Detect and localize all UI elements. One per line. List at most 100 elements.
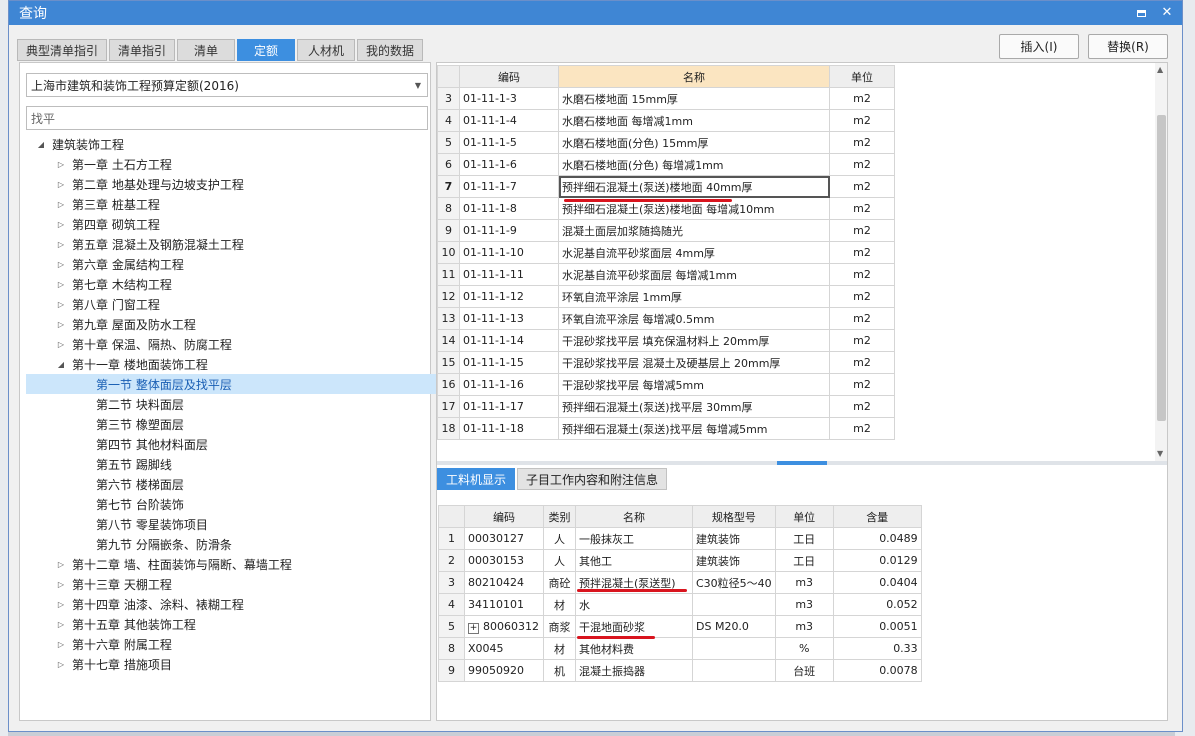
- quota-name[interactable]: 环氧自流平涂层 1mm厚: [558, 285, 830, 308]
- quota-unit[interactable]: m2: [829, 175, 895, 198]
- collapsed-icon[interactable]: ▷: [56, 219, 66, 229]
- tree-chapter[interactable]: ▷ 第四章 砌筑工程: [20, 214, 430, 234]
- quota-name[interactable]: 水磨石楼地面 每增减1mm: [558, 109, 830, 132]
- res-type[interactable]: 人: [543, 549, 576, 572]
- tab-5[interactable]: 我的数据: [357, 39, 424, 61]
- quota-row[interactable]: 11 01-11-1-11 水泥基自流平砂浆面层 每增减1mm m2: [437, 263, 895, 286]
- quota-code[interactable]: 01-11-1-15: [459, 351, 559, 374]
- collapsed-icon[interactable]: ▷: [56, 279, 66, 289]
- expanded-icon[interactable]: ◢: [56, 359, 66, 369]
- res-code[interactable]: 00030153: [464, 549, 544, 572]
- collapsed-icon[interactable]: ▷: [56, 199, 66, 209]
- res-unit[interactable]: m3: [774, 593, 834, 616]
- res-qty[interactable]: 0.052: [832, 593, 922, 616]
- res-name[interactable]: 一般抹灰工: [575, 527, 693, 550]
- quota-name[interactable]: 干混砂浆找平层 混凝土及硬基层上 20mm厚: [558, 351, 830, 374]
- tree-chapter[interactable]: ◢ 第十一章 楼地面装饰工程: [20, 354, 430, 374]
- tree-chapter[interactable]: ▷ 第八章 门窗工程: [20, 294, 430, 314]
- quota-row[interactable]: 15 01-11-1-15 干混砂浆找平层 混凝土及硬基层上 20mm厚 m2: [437, 351, 895, 374]
- tree-chapter[interactable]: ▷ 第六章 金属结构工程: [20, 254, 430, 274]
- collapsed-icon[interactable]: ▷: [56, 579, 66, 589]
- quota-row[interactable]: 10 01-11-1-10 水泥基自流平砂浆面层 4mm厚 m2: [437, 241, 895, 264]
- quota-name[interactable]: 环氧自流平涂层 每增减0.5mm: [558, 307, 830, 330]
- quota-unit[interactable]: m2: [829, 241, 895, 264]
- quota-name[interactable]: 预拌细石混凝土(泵送)楼地面 40mm厚: [558, 175, 830, 198]
- insert-button[interactable]: 插入(I): [999, 34, 1079, 59]
- tree-chapter[interactable]: ▷ 第十四章 油漆、涂料、裱糊工程: [20, 594, 430, 614]
- quota-code[interactable]: 01-11-1-7: [459, 175, 559, 198]
- quota-unit[interactable]: m2: [829, 351, 895, 374]
- quota-unit[interactable]: m2: [829, 197, 895, 220]
- res-qty[interactable]: 0.0404: [832, 571, 922, 594]
- expanded-icon[interactable]: ◢: [36, 139, 46, 149]
- tree-root[interactable]: ◢ 建筑装饰工程: [20, 134, 430, 154]
- tree-section[interactable]: 第二节 块料面层: [20, 394, 430, 414]
- res-qty[interactable]: 0.33: [832, 637, 922, 660]
- tree-section[interactable]: 第三节 橡塑面层: [20, 414, 430, 434]
- collapsed-icon[interactable]: ▷: [56, 259, 66, 269]
- quota-name[interactable]: 预拌细石混凝土(泵送)找平层 30mm厚: [558, 395, 830, 418]
- collapsed-icon[interactable]: ▷: [56, 639, 66, 649]
- collapsed-icon[interactable]: ▷: [56, 599, 66, 609]
- quota-unit[interactable]: m2: [829, 329, 895, 352]
- quota-row[interactable]: 17 01-11-1-17 预拌细石混凝土(泵送)找平层 30mm厚 m2: [437, 395, 895, 418]
- quota-code[interactable]: 01-11-1-3: [459, 87, 559, 110]
- quota-code[interactable]: 01-11-1-16: [459, 373, 559, 396]
- tree-chapter[interactable]: ▷ 第十七章 措施项目: [20, 654, 430, 674]
- tab-1[interactable]: 清单指引: [109, 39, 176, 61]
- res-code[interactable]: 99050920: [464, 659, 544, 682]
- res-spec[interactable]: 建筑装饰: [692, 549, 776, 572]
- splitter-grip[interactable]: [777, 461, 827, 465]
- quota-row[interactable]: 12 01-11-1-12 环氧自流平涂层 1mm厚 m2: [437, 285, 895, 308]
- tree-chapter[interactable]: ▷ 第九章 屋面及防水工程: [20, 314, 430, 334]
- res-qty-header[interactable]: 含量: [832, 505, 922, 528]
- scrollbar-thumb[interactable]: [1157, 115, 1166, 421]
- res-qty[interactable]: 0.0129: [832, 549, 922, 572]
- collapsed-icon[interactable]: ▷: [56, 159, 66, 169]
- expand-icon[interactable]: +: [468, 622, 479, 634]
- res-spec[interactable]: DS M20.0: [692, 615, 776, 638]
- scroll-up-icon[interactable]: ▲: [1157, 65, 1163, 74]
- tree-section[interactable]: 第六节 楼梯面层: [20, 474, 430, 494]
- quota-name[interactable]: 水泥基自流平砂浆面层 每增减1mm: [558, 263, 830, 286]
- res-type[interactable]: 材: [543, 637, 576, 660]
- collapsed-icon[interactable]: ▷: [56, 619, 66, 629]
- quota-row[interactable]: 7 01-11-1-7 预拌细石混凝土(泵送)楼地面 40mm厚 m2: [437, 175, 895, 198]
- code-header[interactable]: 编码: [459, 65, 559, 88]
- quota-name[interactable]: 水磨石楼地面 15mm厚: [558, 87, 830, 110]
- res-name[interactable]: 其他材料费: [575, 637, 693, 660]
- tree-chapter[interactable]: ▷ 第十二章 墙、柱面装饰与隔断、幕墙工程: [20, 554, 430, 574]
- panel-splitter[interactable]: [437, 461, 1167, 465]
- vertical-scrollbar[interactable]: ▲ ▼: [1155, 63, 1167, 461]
- res-spec-header[interactable]: 规格型号: [692, 505, 776, 528]
- quota-row[interactable]: 16 01-11-1-16 干混砂浆找平层 每增减5mm m2: [437, 373, 895, 396]
- res-unit[interactable]: 台班: [774, 659, 834, 682]
- res-unit[interactable]: %: [774, 637, 834, 660]
- resource-row[interactable]: 4 34110101 材水 m3 0.052: [438, 593, 922, 616]
- res-code[interactable]: +80060312: [464, 615, 544, 638]
- collapsed-icon[interactable]: ▷: [56, 319, 66, 329]
- tree-chapter[interactable]: ▷ 第二章 地基处理与边坡支护工程: [20, 174, 430, 194]
- quota-unit[interactable]: m2: [829, 373, 895, 396]
- res-spec[interactable]: C30粒径5～40: [692, 571, 776, 594]
- quota-code[interactable]: 01-11-1-9: [459, 219, 559, 242]
- resource-row[interactable]: 8 X0045 材其他材料费% 0.33: [438, 637, 922, 660]
- replace-button[interactable]: 替换(R): [1088, 34, 1168, 59]
- res-code[interactable]: 00030127: [464, 527, 544, 550]
- res-type[interactable]: 商砼: [543, 571, 576, 594]
- res-name[interactable]: 混凝土振捣器: [575, 659, 693, 682]
- tree-chapter[interactable]: ▷ 第十章 保温、隔热、防腐工程: [20, 334, 430, 354]
- quota-name[interactable]: 混凝土面层加浆随捣随光: [558, 219, 830, 242]
- tree-section[interactable]: 第八节 零星装饰项目: [20, 514, 430, 534]
- quota-code[interactable]: 01-11-1-17: [459, 395, 559, 418]
- quota-name[interactable]: 干混砂浆找平层 填充保温材料上 20mm厚: [558, 329, 830, 352]
- collapsed-icon[interactable]: ▷: [56, 179, 66, 189]
- tab-resources[interactable]: 工料机显示: [437, 468, 516, 490]
- maximize-button[interactable]: [1134, 6, 1148, 20]
- quota-name[interactable]: 水磨石楼地面(分色) 每增减1mm: [558, 153, 830, 176]
- quota-code[interactable]: 01-11-1-4: [459, 109, 559, 132]
- tree-chapter[interactable]: ▷ 第七章 木结构工程: [20, 274, 430, 294]
- res-name[interactable]: 其他工: [575, 549, 693, 572]
- tree-section[interactable]: 第四节 其他材料面层: [20, 434, 430, 454]
- quota-code[interactable]: 01-11-1-6: [459, 153, 559, 176]
